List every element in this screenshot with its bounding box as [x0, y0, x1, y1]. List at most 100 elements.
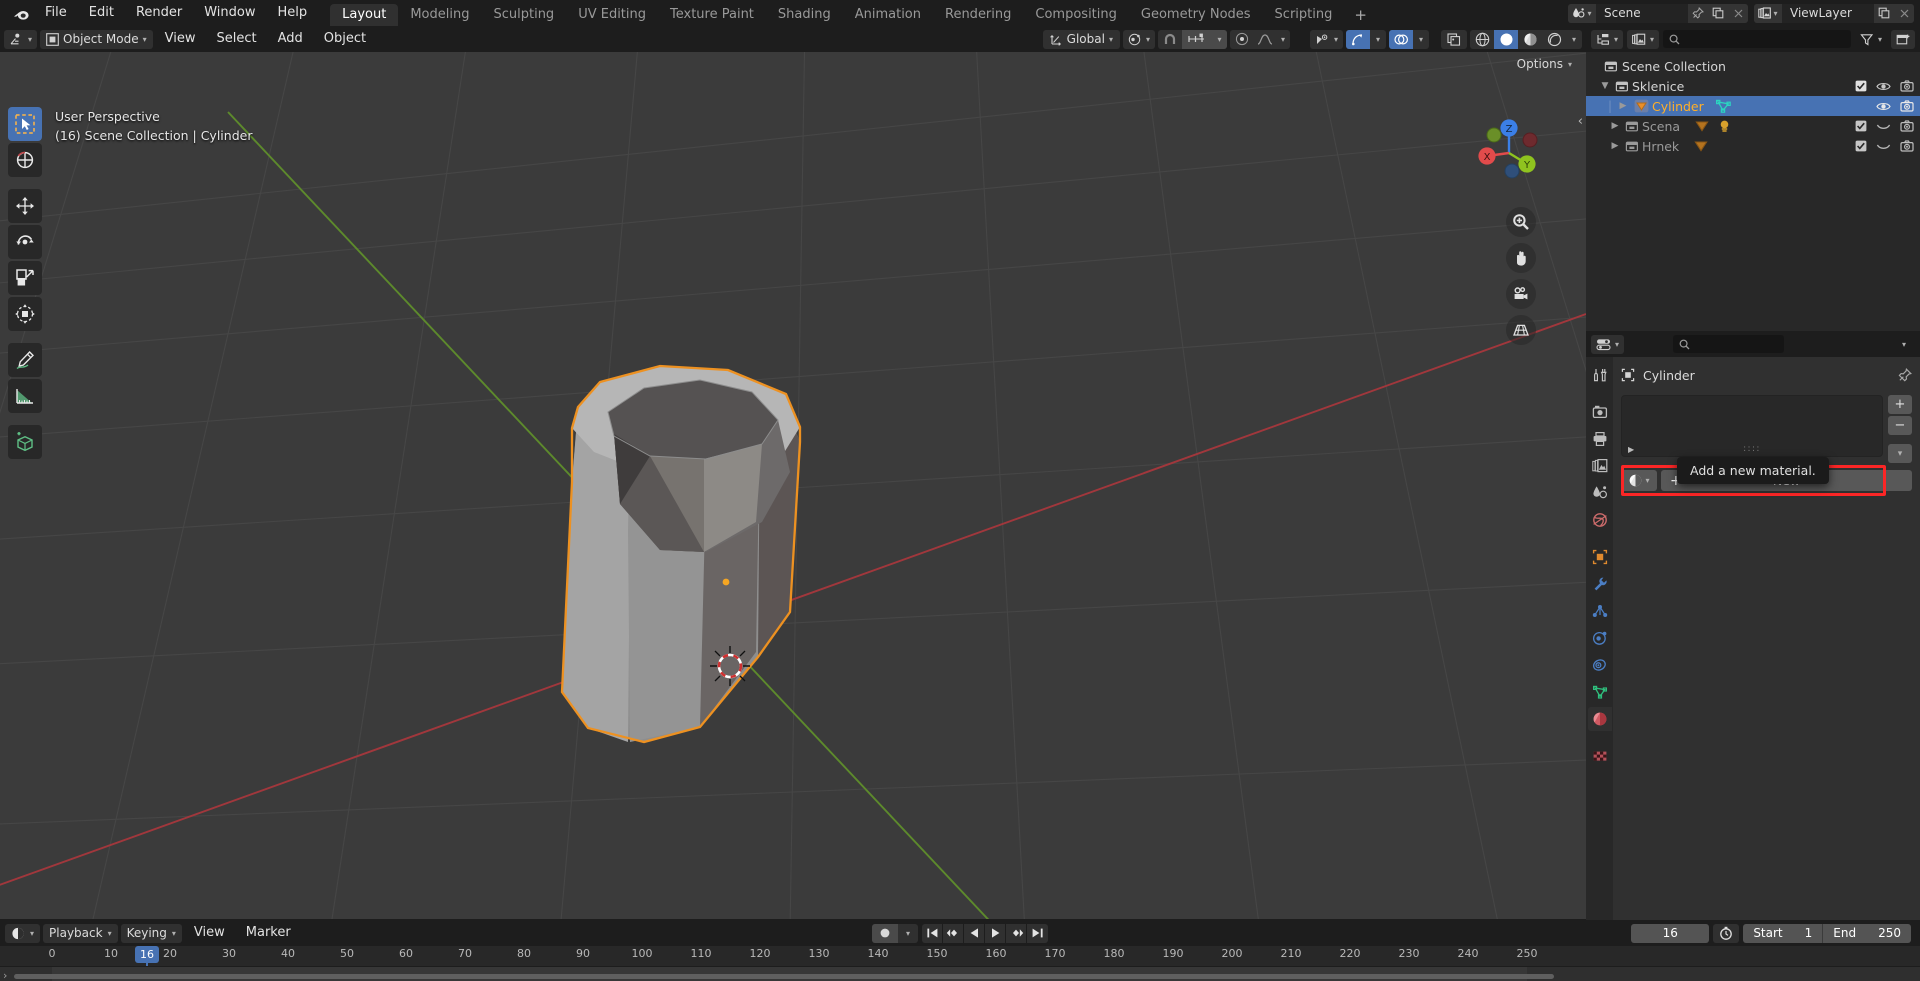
- workspace-tab-texture-paint[interactable]: Texture Paint: [658, 4, 766, 26]
- eye-icon[interactable]: [1876, 101, 1891, 112]
- playhead-indicator[interactable]: 16: [135, 946, 159, 963]
- shading-material-preview-icon[interactable]: [1518, 30, 1542, 49]
- workspace-tab-sculpting[interactable]: Sculpting: [481, 4, 566, 26]
- proportional-edit-icon[interactable]: [1230, 30, 1254, 49]
- view-layer-tab[interactable]: [1588, 454, 1612, 478]
- gizmo-chevron-icon[interactable]: ▾: [1370, 30, 1386, 49]
- shading-mode-group[interactable]: ▾: [1470, 29, 1582, 49]
- 3d-viewport[interactable]: ▾ Object Mode ▾ View Select Add Object G…: [0, 26, 1586, 919]
- auto-keying-chevron-icon[interactable]: ▾: [898, 924, 918, 943]
- material-slot-list[interactable]: ▶ ::::: [1621, 395, 1883, 457]
- add-workspace-button[interactable]: +: [1344, 4, 1377, 26]
- camera-render-icon[interactable]: [1900, 100, 1914, 112]
- output-tab[interactable]: [1588, 427, 1612, 451]
- timeline-horizontal-scrollbar[interactable]: [14, 974, 1554, 979]
- current-frame-field[interactable]: 16: [1631, 923, 1710, 943]
- workspace-tab-layout[interactable]: Layout: [330, 4, 399, 26]
- start-frame-field[interactable]: Start 1: [1743, 923, 1824, 943]
- gizmo-icon[interactable]: [1346, 29, 1370, 49]
- viewlayer-selector[interactable]: ▾ ViewLayer: [1754, 3, 1914, 23]
- viewlayer-icon[interactable]: ▾: [1754, 3, 1782, 23]
- shading-chevron-icon[interactable]: ▾: [1566, 30, 1582, 49]
- pin-icon[interactable]: [1898, 368, 1912, 382]
- outliner-row-sklenice[interactable]: ▼ Sklenice: [1586, 76, 1920, 96]
- mesh-object-icon[interactable]: [1693, 139, 1709, 153]
- pan-hand-icon[interactable]: [1506, 243, 1536, 273]
- object-type-visibility-button[interactable]: ▾: [1309, 29, 1343, 49]
- timeline-editor-type-icon[interactable]: ▾: [5, 923, 41, 943]
- viewport-menu-view[interactable]: View: [156, 26, 205, 52]
- workspace-tab-compositing[interactable]: Compositing: [1023, 4, 1129, 26]
- disclosure-triangle-down-icon[interactable]: ▼: [1598, 81, 1612, 91]
- workspace-tab-rendering[interactable]: Rendering: [933, 4, 1023, 26]
- play-icon[interactable]: [985, 923, 1006, 943]
- physics-tab[interactable]: [1588, 626, 1612, 650]
- play-reverse-icon[interactable]: [964, 923, 985, 943]
- outliner-tree[interactable]: Scene Collection ▼ Sklenice | ▶ Cylinder…: [1586, 52, 1920, 156]
- modifier-tab[interactable]: [1588, 572, 1612, 596]
- timeline-expand-arrow[interactable]: ›: [3, 969, 7, 981]
- perspective-grid-icon[interactable]: [1506, 315, 1536, 345]
- material-tab[interactable]: [1587, 707, 1612, 731]
- outliner-search-input[interactable]: [1663, 30, 1851, 48]
- workspace-tab-uv-editing[interactable]: UV Editing: [566, 4, 658, 26]
- falloff-chevron-icon[interactable]: ▾: [1276, 30, 1290, 49]
- jump-to-prev-keyframe-icon[interactable]: [943, 923, 964, 943]
- filter-funnel-icon[interactable]: ▾: [1855, 30, 1887, 49]
- viewport-canvas[interactable]: User Perspective (16) Scene Collection |…: [0, 52, 1586, 919]
- tool-tab[interactable]: [1588, 363, 1612, 387]
- workspace-tab-modeling[interactable]: Modeling: [398, 4, 481, 26]
- overlays-icon[interactable]: [1389, 29, 1413, 49]
- particles-tab[interactable]: [1588, 599, 1612, 623]
- outliner-row-scena[interactable]: ▶ Scena: [1586, 116, 1920, 136]
- checkbox-exclude[interactable]: [1855, 120, 1867, 132]
- snap-chevron-icon[interactable]: ▾: [1211, 29, 1227, 49]
- pivot-point-selector[interactable]: ▾: [1122, 29, 1155, 49]
- scale-tool[interactable]: [8, 261, 42, 295]
- properties-search-input[interactable]: [1673, 335, 1785, 353]
- eye-closed-icon[interactable]: [1876, 141, 1891, 152]
- camera-render-icon[interactable]: [1900, 140, 1914, 152]
- viewlayer-copy-icon[interactable]: [1874, 3, 1894, 23]
- xray-icon[interactable]: [1441, 29, 1467, 49]
- object-tab[interactable]: [1588, 545, 1612, 569]
- snap-magnet-icon[interactable]: [1158, 30, 1182, 49]
- disclosure-triangle-right-icon[interactable]: ▶: [1616, 101, 1630, 111]
- material-browse-icon[interactable]: ▾: [1621, 470, 1657, 491]
- end-frame-field[interactable]: End 250: [1823, 924, 1911, 943]
- viewlayer-close-icon[interactable]: [1894, 3, 1914, 23]
- scene-copy-icon[interactable]: [1708, 3, 1728, 23]
- outliner-row-cylinder[interactable]: | ▶ Cylinder: [1586, 96, 1920, 116]
- tweak-select-box-tool[interactable]: [8, 107, 42, 141]
- filter-id-icon[interactable]: ▾: [1627, 29, 1660, 49]
- new-collection-icon[interactable]: [1891, 29, 1915, 49]
- scene-tab[interactable]: [1588, 481, 1612, 505]
- shading-rendered-icon[interactable]: [1542, 30, 1566, 49]
- zoom-icon[interactable]: [1506, 207, 1536, 237]
- timeline-menu-marker[interactable]: Marker: [237, 920, 300, 946]
- mesh-object-icon[interactable]: [1694, 119, 1710, 133]
- workspace-tab-scripting[interactable]: Scripting: [1263, 4, 1345, 26]
- data-tab[interactable]: [1588, 680, 1612, 704]
- checkbox-exclude[interactable]: [1855, 80, 1867, 92]
- eye-icon[interactable]: [1876, 81, 1891, 92]
- timeline-editor[interactable]: ▾ Playback ▾ Keying ▾ View Marker ▾ 16 S…: [0, 920, 1920, 981]
- workspace-tab-animation[interactable]: Animation: [843, 4, 933, 26]
- timeline-ruler[interactable]: 0 10 20 30 40 50 60 70 80 90 100 110 120…: [0, 946, 1920, 966]
- add-material-slot-button[interactable]: +: [1888, 395, 1912, 414]
- workspace-tab-shading[interactable]: Shading: [766, 4, 843, 26]
- frame-range-group[interactable]: Start 1 End 250: [1743, 923, 1911, 943]
- shading-solid-icon[interactable]: [1494, 29, 1518, 49]
- eye-closed-icon[interactable]: [1876, 121, 1891, 132]
- sidebar-toggle-arrow[interactable]: ‹: [1578, 114, 1583, 129]
- outliner-row-hrnek[interactable]: ▶ Hrnek: [1586, 136, 1920, 156]
- viewport-menu-object[interactable]: Object: [315, 26, 375, 52]
- menu-render[interactable]: Render: [125, 0, 193, 26]
- cursor-tool[interactable]: [8, 143, 42, 177]
- jump-to-end-icon[interactable]: [1027, 924, 1048, 943]
- menu-edit[interactable]: Edit: [78, 0, 125, 26]
- properties-editor[interactable]: ▾ ▾ Cylinder ▶:::: + − ▾ ▾ + Add a new …: [1586, 331, 1920, 920]
- proportional-editing-group[interactable]: ▾: [1229, 29, 1290, 49]
- properties-editor-icon[interactable]: ▾: [1591, 334, 1625, 354]
- editor-type-icon[interactable]: ▾: [4, 29, 38, 49]
